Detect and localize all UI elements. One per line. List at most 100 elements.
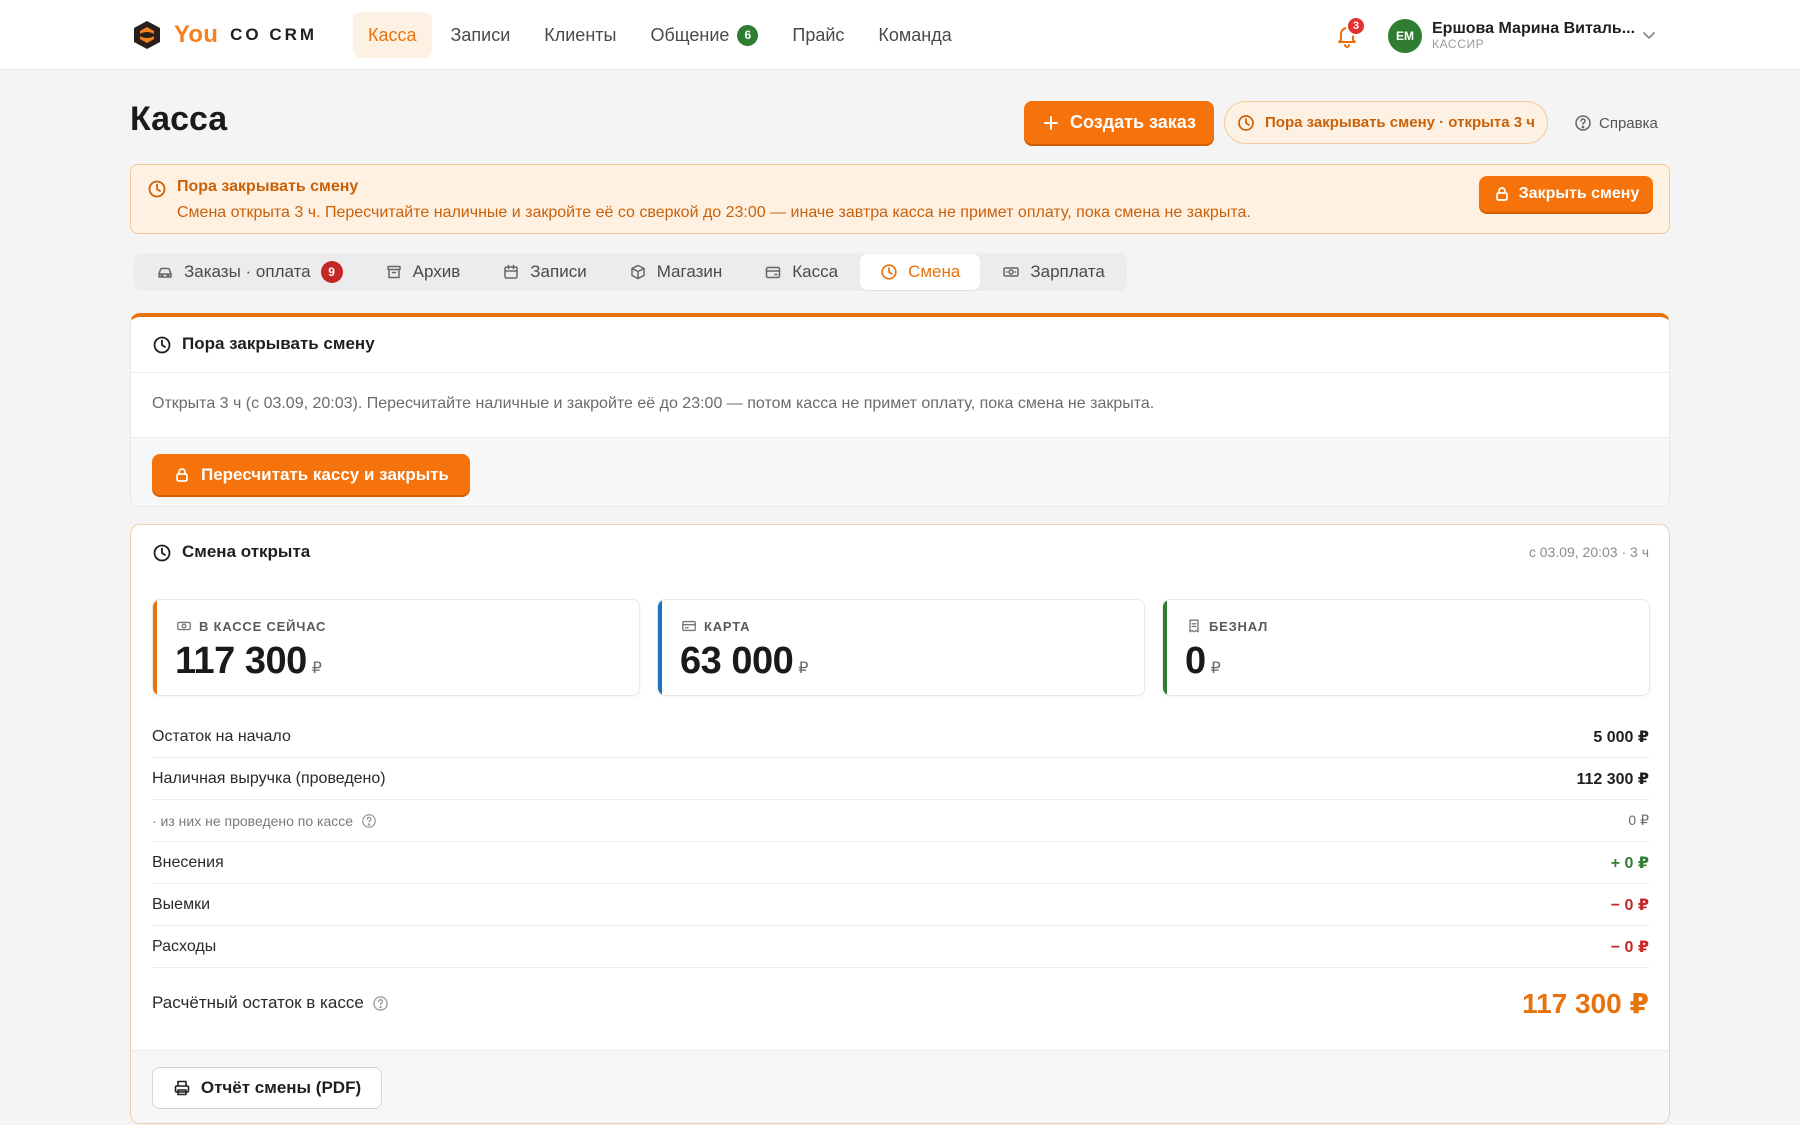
help-circle-icon	[1575, 115, 1591, 131]
summary-row-not-registered: · из них не проведено по кассе 0 ₽	[152, 800, 1649, 842]
close-card-text: Открыта 3 ч (с 03.09, 20:03). Пересчитай…	[152, 395, 1155, 412]
close-shift-label: Закрыть смену	[1518, 185, 1640, 202]
row-value: 112 300 ₽	[1576, 770, 1649, 788]
summary-row-cash-revenue: Наличная выручка (проведено) 112 300 ₽	[152, 758, 1649, 800]
plus-icon	[1044, 115, 1059, 130]
row-label: Выемки	[152, 895, 211, 913]
stat-cash-now: В КАССЕ СЕЙЧАС 117 300 ₽	[152, 599, 640, 696]
alert-title: Пора закрывать смену	[177, 178, 359, 195]
stat-number: 63 000	[680, 640, 794, 682]
main-nav: Касса Записи Клиенты Общение 6 Прайс Ком…	[353, 12, 967, 58]
tab-label: Архив	[412, 262, 461, 281]
close-shift-button[interactable]: Закрыть смену	[1479, 176, 1653, 212]
page-title: Касса	[130, 100, 228, 138]
tab-salary[interactable]: Зарплата	[982, 254, 1124, 290]
close-shift-card: Пора закрывать смену Открыта 3 ч (с 03.0…	[130, 313, 1670, 507]
summary-row-deposits: Внесения + 0 ₽	[152, 842, 1649, 884]
stat-currency: ₽	[798, 660, 809, 677]
report-label: Отчёт смены (PDF)	[200, 1078, 362, 1097]
nav-item-records[interactable]: Записи	[436, 12, 526, 58]
summary-row-estimated-balance: Расчётный остаток в кассе 117 300 ₽	[152, 968, 1649, 1038]
row-label: Внесения	[152, 853, 224, 871]
summary-row-opening-balance: Остаток на начало 5 000 ₽	[152, 716, 1649, 758]
card-footer: Пересчитать кассу и закрыть	[131, 437, 1669, 506]
tab-kassa[interactable]: Касса	[744, 254, 858, 290]
chevron-down-icon[interactable]	[1640, 26, 1658, 44]
row-value: 0 ₽	[1628, 812, 1649, 828]
clock-icon	[148, 180, 166, 198]
stat-value: 117 300 ₽	[175, 640, 322, 683]
stat-label: БЕЗНАЛ	[1186, 618, 1268, 634]
clock-icon	[153, 336, 171, 354]
help-circle-icon[interactable]	[372, 995, 389, 1012]
row-label-wrap: · из них не проведено по кассе	[152, 813, 377, 829]
row-label: Наличная выручка (проведено)	[152, 769, 386, 787]
stat-card: КАРТА 63 000 ₽	[657, 599, 1145, 696]
summary-row-withdrawals: Выемки − 0 ₽	[152, 884, 1649, 926]
stat-number: 117 300	[175, 640, 307, 682]
shift-status-label: Пора закрывать смену · открыта 3 ч	[1265, 114, 1535, 131]
stat-label-text: В КАССЕ СЕЙЧАС	[199, 618, 327, 634]
user-role: КАССИР	[1432, 37, 1485, 52]
recount-label: Пересчитать кассу и закрыть	[201, 464, 449, 484]
nav-item-label: Клиенты	[544, 24, 617, 45]
clock-icon	[1238, 114, 1254, 131]
clock-icon	[153, 544, 171, 562]
banknote-icon	[1003, 267, 1020, 277]
stat-value: 63 000 ₽	[680, 640, 808, 683]
tab-shift[interactable]: Смена	[860, 254, 981, 290]
nav-item-chat[interactable]: Общение 6	[635, 12, 773, 58]
help-link[interactable]: Справка	[1574, 112, 1658, 134]
stat-currency: ₽	[311, 660, 322, 677]
shift-status-pill[interactable]: Пора закрывать смену · открыта 3 ч	[1224, 101, 1548, 144]
box-icon	[630, 264, 645, 280]
tab-archive[interactable]: Архив	[365, 254, 481, 290]
tab-orders-payment[interactable]: Заказы · оплата 9	[136, 254, 363, 290]
shift-report-pdf-button[interactable]: Отчёт смены (PDF)	[152, 1067, 382, 1109]
logo-text-co: CO CRM	[230, 25, 318, 44]
nav-item-clients[interactable]: Клиенты	[529, 12, 631, 58]
notification-count-badge: 3	[1346, 16, 1366, 36]
stat-label: В КАССЕ СЕЙЧАС	[176, 618, 326, 634]
tab-label: Смена	[908, 262, 961, 281]
logo-text-you: You	[174, 21, 219, 48]
tab-shop[interactable]: Магазин	[609, 254, 743, 290]
total-label: Расчётный остаток в кассе	[152, 993, 364, 1012]
banknote-icon	[177, 621, 191, 631]
close-shift-alert: Пора закрывать смену Смена открыта 3 ч. …	[130, 164, 1670, 234]
user-name: Ершова Марина Виталь...	[1432, 19, 1636, 37]
nav-item-team[interactable]: Команда	[863, 12, 966, 58]
receipt-icon	[1189, 619, 1199, 633]
stat-label: КАРТА	[681, 618, 750, 634]
tab-records[interactable]: Записи	[482, 254, 606, 290]
nav-item-kassa[interactable]: Касса	[353, 12, 432, 58]
row-label: Остаток на начало	[152, 727, 291, 745]
create-order-button[interactable]: Создать заказ	[1024, 101, 1214, 144]
wallet-icon	[766, 266, 781, 279]
app-logo[interactable]: You CO CRM	[130, 16, 317, 54]
row-value: − 0 ₽	[1610, 896, 1649, 914]
user-menu[interactable]: ЕМ Ершова Марина Виталь... КАССИР	[1388, 17, 1635, 55]
card-footer: Отчёт смены (PDF)	[131, 1050, 1669, 1123]
tab-label: Магазин	[656, 262, 723, 281]
top-bar: You CO CRM Касса Записи Клиенты Общение …	[0, 0, 1800, 70]
shift-open-card: Смена открыта с 03.09, 20:03 · 3 ч В КАС…	[130, 524, 1670, 1124]
avatar: ЕМ	[1388, 19, 1422, 53]
lock-icon	[176, 467, 188, 482]
help-circle-icon[interactable]	[361, 813, 377, 829]
row-label-wrap: Расчётный остаток в кассе	[152, 993, 389, 1013]
shift-card-title: Смена открыта	[182, 542, 311, 561]
recount-and-close-button[interactable]: Пересчитать кассу и закрыть	[152, 454, 470, 495]
nav-item-prices[interactable]: Прайс	[777, 12, 859, 58]
nav-item-label: Команда	[878, 24, 952, 45]
archive-icon	[386, 265, 401, 279]
card-icon	[682, 620, 696, 632]
stat-value: 0 ₽	[1185, 640, 1221, 683]
stat-noncash: БЕЗНАЛ 0 ₽	[1162, 599, 1650, 696]
kassa-tabs: Заказы · оплата 9 Архив Записи Магазин К…	[134, 253, 1127, 291]
clock-icon	[881, 264, 897, 280]
nav-item-label: Касса	[368, 24, 417, 45]
tab-label: Касса	[792, 262, 839, 281]
help-label: Справка	[1599, 114, 1658, 132]
logo-icon	[134, 21, 160, 49]
